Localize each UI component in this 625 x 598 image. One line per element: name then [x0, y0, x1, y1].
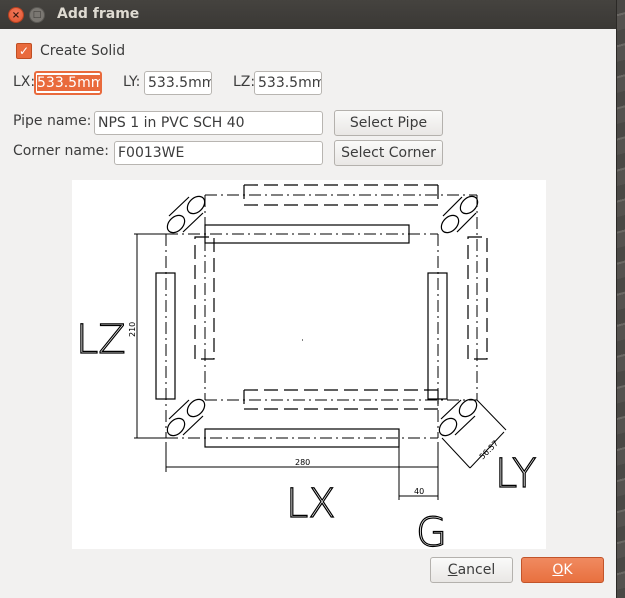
frame-preview-image: 210 280 40 56.57 LZ LX LY G — [72, 180, 546, 557]
add-frame-dialog: × □ Add frame ✓ Create Solid LX: 533.5mm… — [0, 0, 617, 598]
g-letter: G — [416, 510, 447, 549]
front-left-pipe — [155, 272, 176, 400]
cancel-button[interactable]: Cancel — [430, 557, 513, 583]
corner-cylinders — [166, 195, 479, 437]
create-solid-row[interactable]: ✓ Create Solid — [16, 43, 125, 59]
front-centerlines — [165, 233, 439, 439]
lx-value: 533.5mm — [37, 75, 100, 91]
create-solid-label[interactable]: Create Solid — [40, 43, 125, 59]
back-centerlines — [204, 194, 478, 401]
cancel-mnemonic: C — [447, 562, 458, 578]
front-right-pipe — [427, 272, 448, 400]
title-bar: × □ Add frame — [0, 0, 616, 29]
lx-input[interactable]: 533.5mm — [34, 71, 102, 95]
maximize-icon: □ — [32, 10, 42, 20]
lx-label: LX: — [13, 74, 36, 90]
frame-diagram: 210 280 40 56.57 LZ LX LY G — [75, 184, 537, 557]
dim-40-text: 40 — [414, 487, 424, 496]
dim-280-text: 280 — [295, 458, 310, 467]
pipe-name-label: Pipe name: — [13, 113, 92, 129]
close-window-button[interactable]: × — [8, 7, 24, 23]
lz-input[interactable]: 533.5mm — [254, 71, 322, 95]
ly-letters: LY — [495, 451, 536, 497]
close-icon: × — [11, 10, 21, 21]
window-title: Add frame — [57, 6, 140, 22]
corner-name-label: Corner name: — [13, 143, 109, 159]
dim-210-text: 210 — [128, 322, 137, 337]
lx-letters: LX — [286, 481, 336, 527]
pipe-name-input[interactable]: NPS 1 in PVC SCH 40 — [94, 111, 323, 135]
dimension-lines — [134, 233, 507, 500]
ok-button[interactable]: OK — [521, 557, 604, 583]
maximize-window-button[interactable]: □ — [29, 7, 45, 23]
lz-letters: LZ — [76, 317, 126, 363]
create-solid-checkbox[interactable]: ✓ — [16, 43, 32, 59]
ok-mnemonic: O — [552, 562, 564, 578]
ly-input[interactable]: 533.5mm — [144, 71, 212, 95]
lz-label: LZ: — [233, 74, 256, 90]
select-pipe-button[interactable]: Select Pipe — [334, 110, 443, 136]
corner-name-input[interactable]: F0013WE — [114, 141, 323, 165]
desktop-background — [616, 0, 625, 598]
cancel-rest: ancel — [457, 562, 496, 578]
select-corner-button[interactable]: Select Corner — [334, 140, 443, 166]
ly-label: LY: — [123, 74, 141, 90]
ok-rest: K — [563, 562, 573, 578]
